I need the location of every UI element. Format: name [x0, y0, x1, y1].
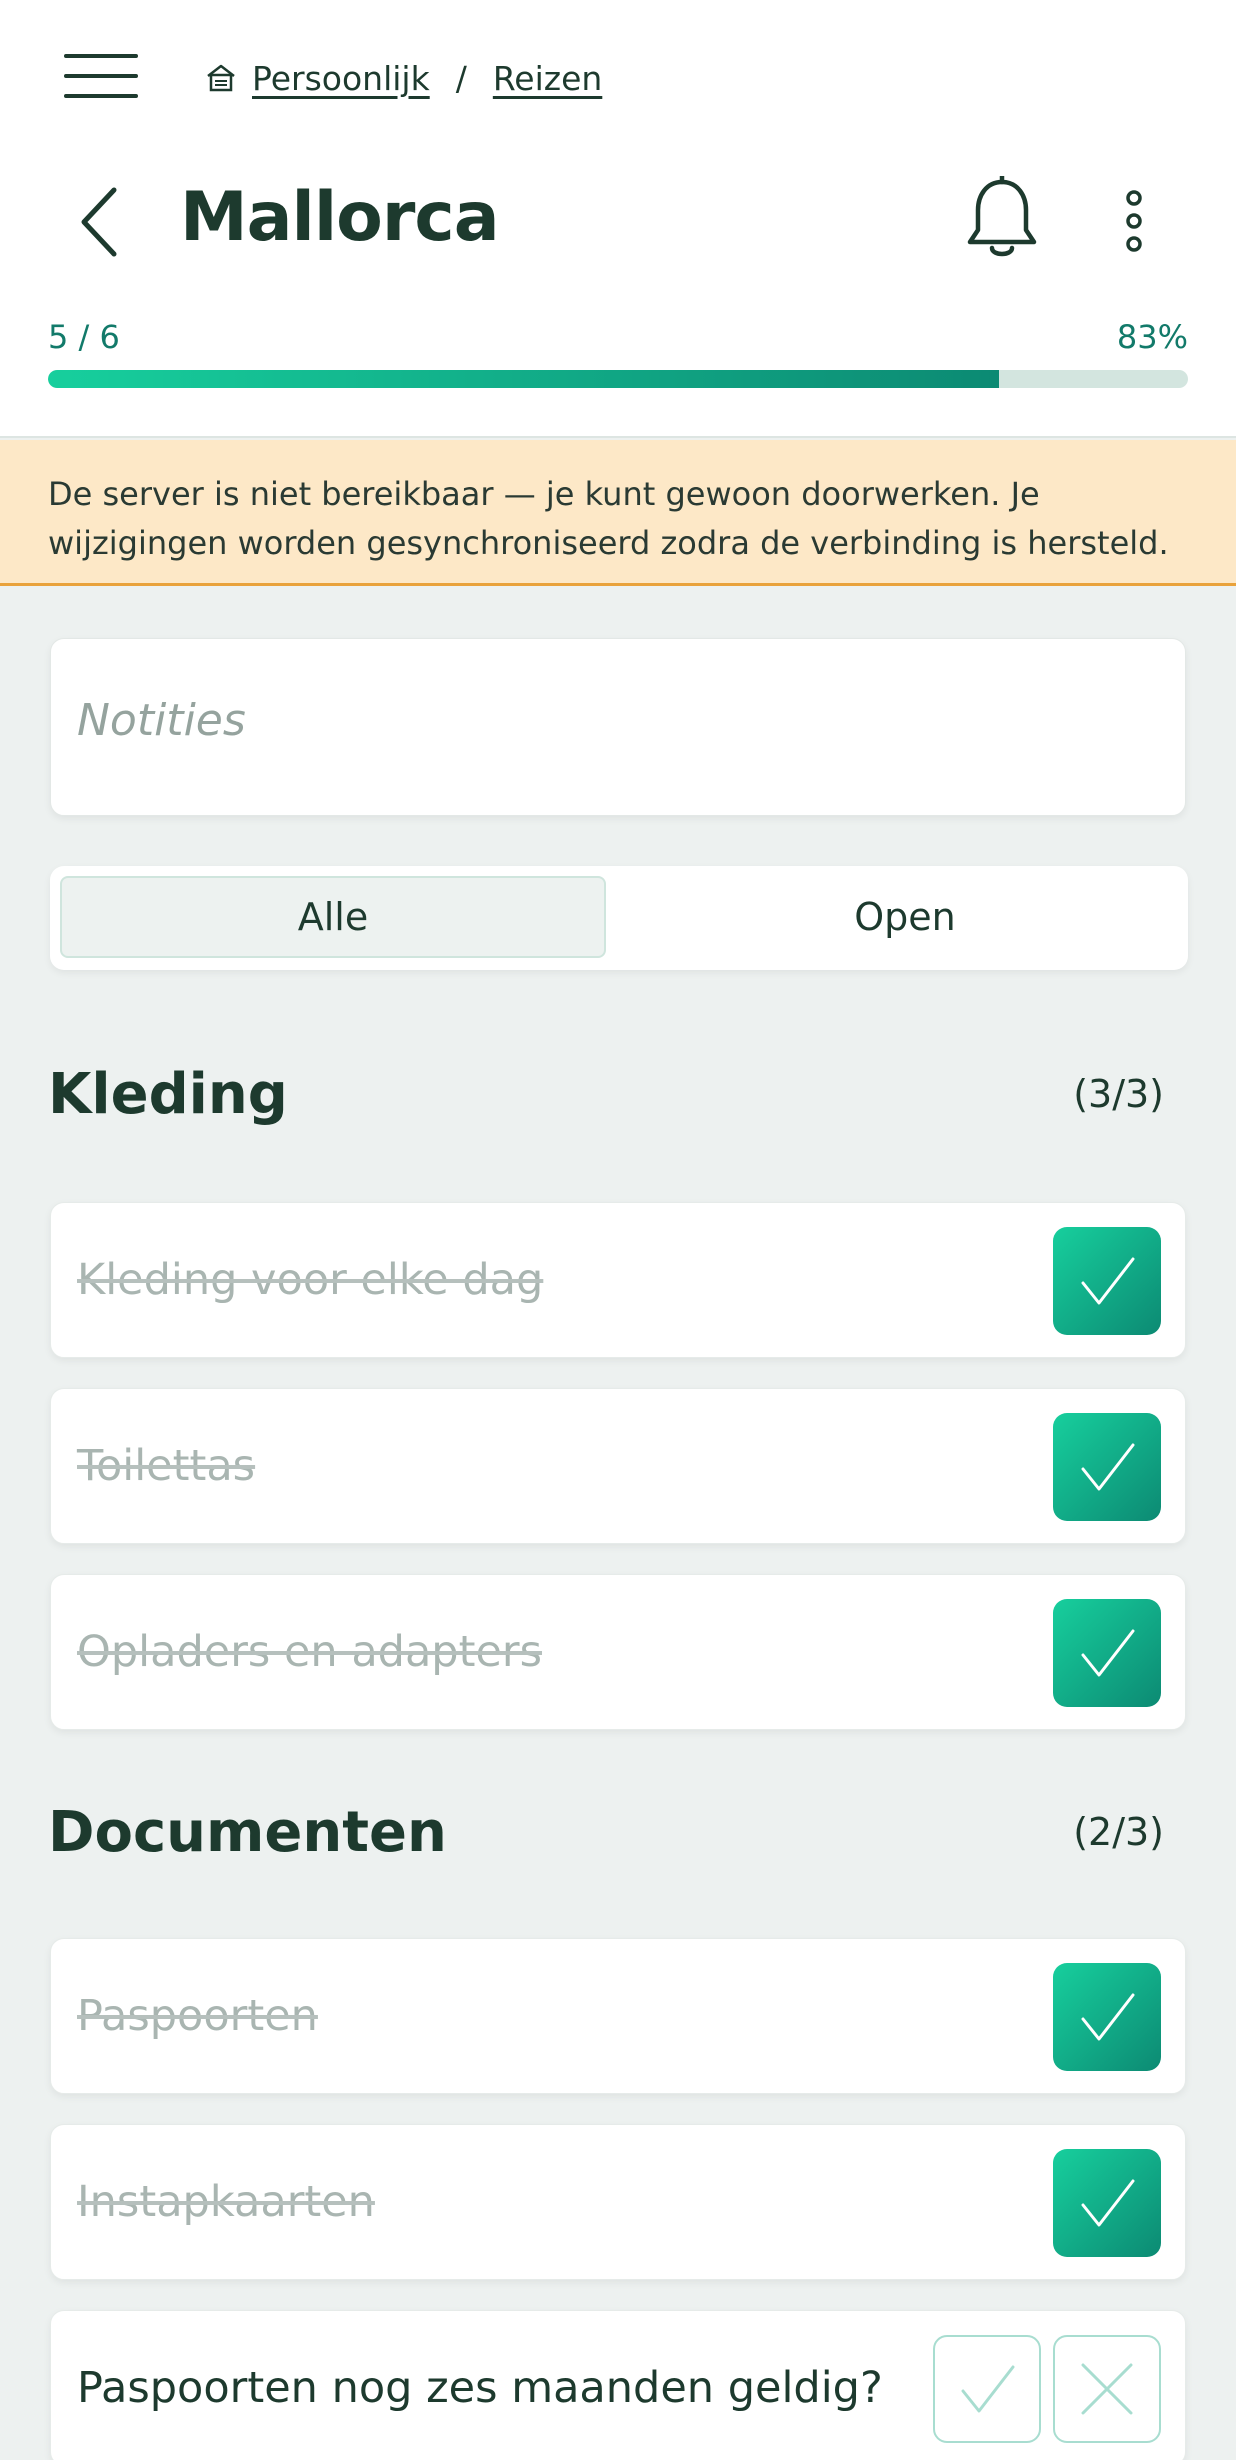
- filter-all-button[interactable]: Alle: [60, 876, 606, 958]
- list-item: Instapkaarten: [50, 2124, 1186, 2280]
- more-options-button[interactable]: [1112, 188, 1156, 258]
- list-item: Kleding voor elke dag: [50, 1202, 1186, 1358]
- filter-open-button[interactable]: Open: [632, 876, 1178, 958]
- close-icon: [1081, 2363, 1133, 2415]
- list-item: Opladers en adapters: [50, 1574, 1186, 1730]
- breadcrumb-link-reizen[interactable]: Reizen: [493, 59, 602, 98]
- breadcrumb-link-persoonlijk[interactable]: Persoonlijk: [252, 59, 430, 98]
- item-label: Paspoorten: [77, 1991, 318, 2041]
- notifications-button[interactable]: [964, 173, 1040, 266]
- section-count-kleding: (3/3): [1073, 1072, 1164, 1116]
- item-label: Opladers en adapters: [77, 1627, 543, 1677]
- hamburger-icon[interactable]: [64, 52, 140, 100]
- progress-bar: [48, 370, 1188, 388]
- checked-checkbox[interactable]: [1053, 1413, 1161, 1521]
- check-icon: [961, 2365, 1015, 2413]
- section-count-documenten: (2/3): [1073, 1810, 1164, 1854]
- item-label: Toilettas: [77, 1441, 256, 1491]
- back-button[interactable]: [72, 182, 132, 262]
- offline-banner: De server is niet bereikbaar — je kunt g…: [0, 440, 1236, 586]
- check-icon: [1081, 2179, 1135, 2227]
- chevron-left-icon: [81, 187, 117, 257]
- progress-percent: 83%: [1116, 318, 1188, 356]
- filter-segmented-control: Alle Open: [50, 866, 1188, 970]
- checked-checkbox[interactable]: [1053, 1599, 1161, 1707]
- breadcrumb: Persoonlijk / Reizen: [204, 56, 602, 100]
- list-item: Toilettas: [50, 1388, 1186, 1544]
- checked-checkbox[interactable]: [1053, 2149, 1161, 2257]
- section-title-kleding: Kleding: [48, 1062, 288, 1127]
- check-icon: [1081, 1257, 1135, 1305]
- check-icon: [1081, 1629, 1135, 1677]
- item-label: Paspoorten nog zes maanden geldig?: [77, 2363, 883, 2413]
- confirm-button[interactable]: [933, 2335, 1041, 2443]
- breadcrumb-separator: /: [455, 58, 467, 98]
- reject-button[interactable]: [1053, 2335, 1161, 2443]
- more-vertical-icon: [1126, 190, 1142, 252]
- checked-checkbox[interactable]: [1053, 1963, 1161, 2071]
- list-item: Paspoorten nog zes maanden geldig?: [50, 2310, 1186, 2460]
- section-title-documenten: Documenten: [48, 1800, 447, 1865]
- checked-checkbox[interactable]: [1053, 1227, 1161, 1335]
- list-item: Paspoorten: [50, 1938, 1186, 2094]
- app-header: Persoonlijk / Reizen Mallorca 5 / 6 83%: [0, 0, 1236, 438]
- page-title: Mallorca: [180, 178, 500, 257]
- home-icon: [204, 61, 238, 95]
- item-label: Kleding voor elke dag: [77, 1255, 544, 1305]
- notes-field[interactable]: Notities: [50, 638, 1186, 816]
- check-icon: [1081, 1443, 1135, 1491]
- check-icon: [1081, 1993, 1135, 2041]
- progress-count: 5 / 6: [48, 318, 120, 356]
- bell-icon: [967, 173, 1037, 257]
- progress-bar-fill: [48, 370, 999, 388]
- item-label: Instapkaarten: [77, 2177, 375, 2227]
